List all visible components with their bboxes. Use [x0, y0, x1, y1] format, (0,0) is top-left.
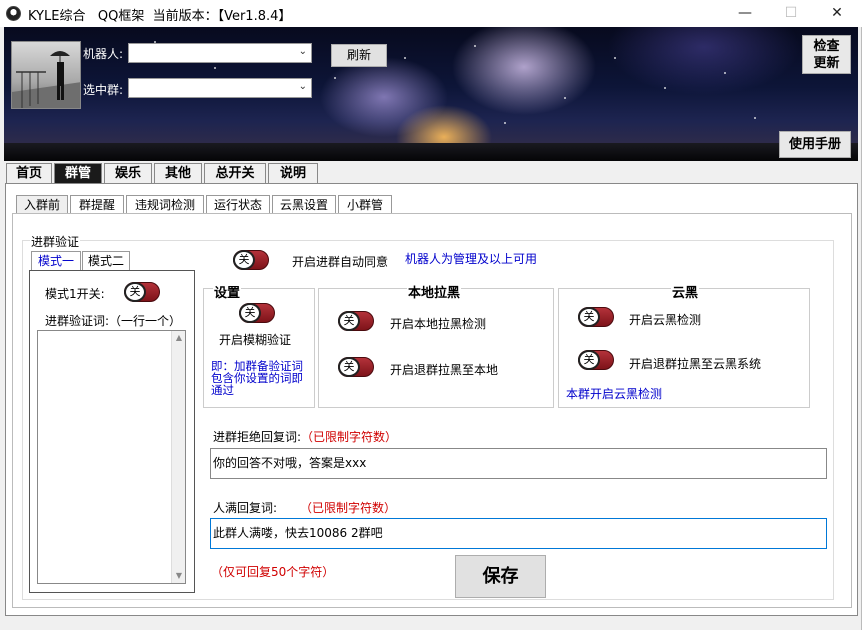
refresh-button[interactable]: 刷新: [331, 44, 387, 67]
mode1-toggle[interactable]: 关: [124, 282, 160, 302]
local-quit-label: 开启退群拉黑至本地: [390, 363, 499, 377]
scroll-down-icon[interactable]: ▼: [172, 569, 186, 583]
maximize-button[interactable]: ☐: [768, 0, 814, 27]
subtab-run-status[interactable]: 运行状态: [206, 195, 270, 214]
check-update-line1: 检查: [813, 39, 840, 54]
robot-select[interactable]: ⌄: [128, 43, 312, 63]
check-update-line2: 更新: [813, 56, 840, 71]
local-detect-toggle[interactable]: 关: [338, 311, 374, 331]
cloud-blacklist-title: 云黑: [671, 282, 700, 301]
toggle-off-knob: 关: [578, 307, 600, 327]
full-reply-label: 人满回复词:: [213, 501, 278, 515]
subtab-before-join[interactable]: 入群前: [16, 195, 68, 214]
cloud-quit-label: 开启退群拉黑至云黑系统: [629, 357, 762, 371]
local-blacklist-group: [318, 288, 554, 408]
char-limit-note: （仅可回复50个字符）: [211, 565, 335, 579]
cloud-detect-label: 开启云黑检测: [629, 313, 702, 327]
local-blacklist-title: 本地拉黑: [407, 282, 462, 301]
subtab-mini-manage[interactable]: 小群管: [338, 195, 392, 214]
app-window: KYLE综合 QQ框架 当前版本：【Ver1.8.4】 — ☐ ✕ 机器人: ⌄…: [0, 0, 862, 630]
verify-group-title: 进群验证: [30, 233, 81, 250]
reject-reply-label: 进群拒绝回复词:: [213, 430, 302, 444]
minimize-button[interactable]: —: [722, 0, 768, 27]
full-reply-input[interactable]: 此群人满喽，快去10086 2群吧: [210, 518, 827, 549]
cloud-note: 本群开启云黑检测: [566, 387, 663, 401]
subtab-violation-words[interactable]: 违规词检测: [126, 195, 204, 214]
tab-home[interactable]: 首页: [6, 163, 52, 184]
toggle-off-knob: 关: [338, 357, 360, 377]
settings-title: 设置: [213, 282, 242, 301]
tab-mode-two[interactable]: 模式二: [82, 251, 130, 270]
app-logo-icon: [6, 6, 21, 21]
toggle-off-knob: 关: [578, 350, 600, 370]
tab-master-switch[interactable]: 总开关: [204, 163, 266, 184]
toggle-off-knob: 关: [338, 311, 360, 331]
toggle-off-knob: 关: [124, 282, 146, 302]
reject-reply-limit: （已限制字符数）: [301, 430, 398, 444]
chevron-down-icon: ⌄: [298, 46, 307, 57]
banner-horizon: [4, 143, 858, 161]
fuzzy-note: 即：加群备验证词包含你设置的词即通过: [211, 359, 303, 397]
chevron-down-icon: ⌄: [298, 81, 307, 92]
manual-button[interactable]: 使用手册: [779, 131, 851, 158]
scroll-up-icon[interactable]: ▲: [172, 331, 186, 345]
full-reply-limit: （已限制字符数）: [300, 501, 397, 515]
auto-agree-toggle[interactable]: 关: [233, 250, 269, 270]
group-label: 选中群:: [83, 83, 124, 97]
save-button[interactable]: 保存: [455, 555, 546, 598]
tab-group-manage[interactable]: 群管: [54, 163, 102, 184]
toggle-off-knob: 关: [233, 250, 255, 270]
avatar: [11, 41, 81, 109]
close-button[interactable]: ✕: [814, 0, 860, 27]
reject-reply-input[interactable]: 你的回答不对哦，答案是xxx: [210, 448, 827, 479]
fuzzy-toggle[interactable]: 关: [239, 303, 275, 323]
check-update-button[interactable]: 检查 更新: [802, 35, 851, 74]
verify-words-label: 进群验证词:（一行一个）: [45, 314, 182, 328]
tab-mode-one[interactable]: 模式一: [31, 251, 81, 270]
tab-other[interactable]: 其他: [154, 163, 202, 184]
cloud-quit-toggle[interactable]: 关: [578, 350, 614, 370]
window-title: KYLE综合 QQ框架 当前版本：【Ver1.8.4】: [28, 9, 292, 24]
title-bar: KYLE综合 QQ框架 当前版本：【Ver1.8.4】 — ☐ ✕: [0, 0, 862, 27]
mode1-switch-label: 模式1开关:: [45, 287, 105, 301]
auto-agree-note: 机器人为管理及以上可用: [405, 252, 538, 266]
auto-agree-label: 开启进群自动同意: [292, 255, 389, 269]
tab-help[interactable]: 说明: [268, 163, 318, 184]
local-detect-label: 开启本地拉黑检测: [390, 317, 487, 331]
tab-entertainment[interactable]: 娱乐: [104, 163, 152, 184]
fuzzy-label: 开启模糊验证: [219, 333, 292, 347]
cloud-detect-toggle[interactable]: 关: [578, 307, 614, 327]
robot-label: 机器人:: [83, 47, 124, 61]
verify-words-scrollbar[interactable]: ▲ ▼: [171, 331, 185, 583]
local-quit-toggle[interactable]: 关: [338, 357, 374, 377]
group-select[interactable]: ⌄: [128, 78, 312, 98]
subtab-cloud-black[interactable]: 云黑设置: [272, 195, 336, 214]
subtab-group-reminder[interactable]: 群提醒: [70, 195, 124, 214]
toggle-off-knob: 关: [239, 303, 261, 323]
verify-words-input[interactable]: ▲ ▼: [37, 330, 186, 584]
